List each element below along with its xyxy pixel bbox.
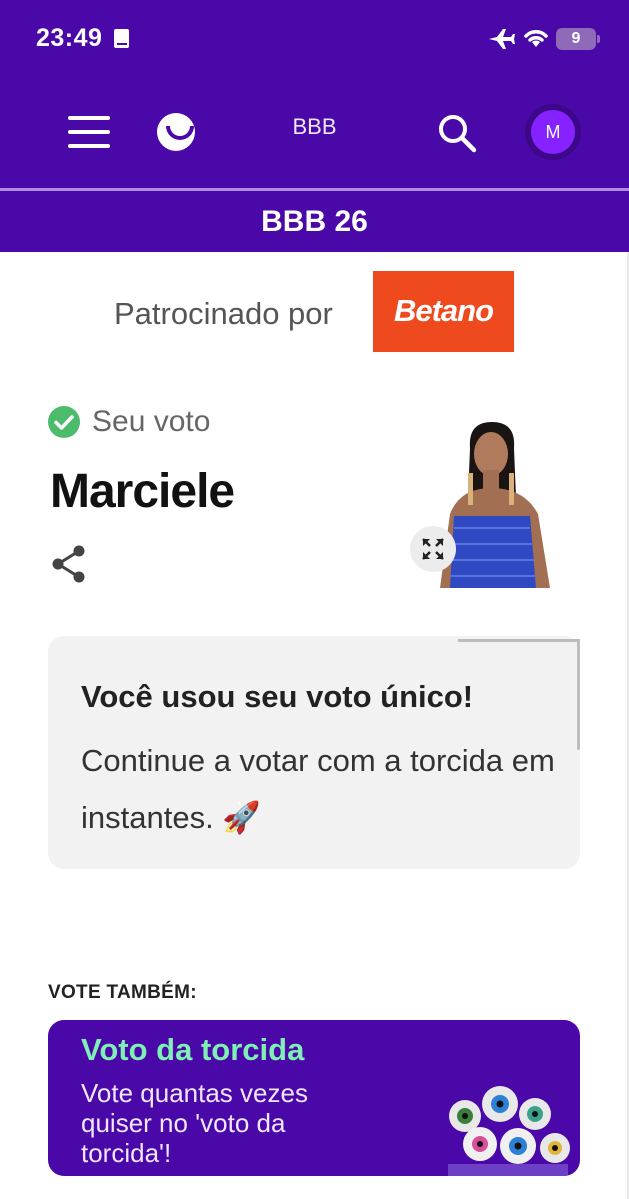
expand-photo-button[interactable] bbox=[410, 526, 456, 572]
check-circle-icon bbox=[48, 406, 80, 438]
airplane-icon bbox=[489, 29, 515, 49]
battery-level: 9 bbox=[571, 30, 581, 47]
avatar-initial: M bbox=[531, 110, 575, 154]
book-icon bbox=[114, 29, 129, 48]
candidate-name: Marciele bbox=[50, 465, 235, 518]
sponsor-label: Patrocinado por bbox=[114, 296, 333, 331]
expand-icon bbox=[422, 538, 444, 560]
single-vote-card: Você usou seu voto único! Continue a vot… bbox=[48, 636, 580, 869]
single-vote-text: Continue a votar com a torcida em instan… bbox=[81, 743, 555, 835]
fan-vote-title: Voto da torcida bbox=[81, 1032, 305, 1067]
avatar[interactable]: M bbox=[525, 104, 581, 160]
single-vote-title: Você usou seu voto único! bbox=[81, 679, 474, 714]
card-scroll-indicator bbox=[577, 640, 580, 750]
battery-icon: 9 bbox=[556, 28, 600, 50]
search-icon[interactable] bbox=[436, 112, 478, 154]
fan-vote-text: Vote quantas vezes quiser no 'voto da to… bbox=[81, 1078, 308, 1168]
vote-also-label: VOTE TAMBÉM: bbox=[48, 982, 197, 1003]
section-bar: BBB 26 bbox=[0, 191, 629, 252]
sponsor-brand: Betano bbox=[393, 293, 494, 328]
eye-characters-illustration bbox=[448, 1086, 570, 1176]
sponsor-logo[interactable]: Betano bbox=[373, 271, 514, 352]
share-icon[interactable] bbox=[50, 544, 88, 584]
fan-vote-card[interactable]: Voto da torcida Vote quantas vezes quise… bbox=[48, 1020, 580, 1176]
smile-logo-icon[interactable] bbox=[157, 113, 195, 151]
vote-status-label: Seu voto bbox=[92, 405, 211, 438]
card-border-accent bbox=[458, 639, 580, 642]
menu-icon[interactable] bbox=[68, 116, 110, 148]
wifi-icon bbox=[524, 30, 548, 47]
app-header: 23:49 9 BBB M bbox=[0, 0, 629, 188]
status-time: 23:49 bbox=[36, 24, 103, 52]
section-title: BBB 26 bbox=[261, 205, 368, 238]
